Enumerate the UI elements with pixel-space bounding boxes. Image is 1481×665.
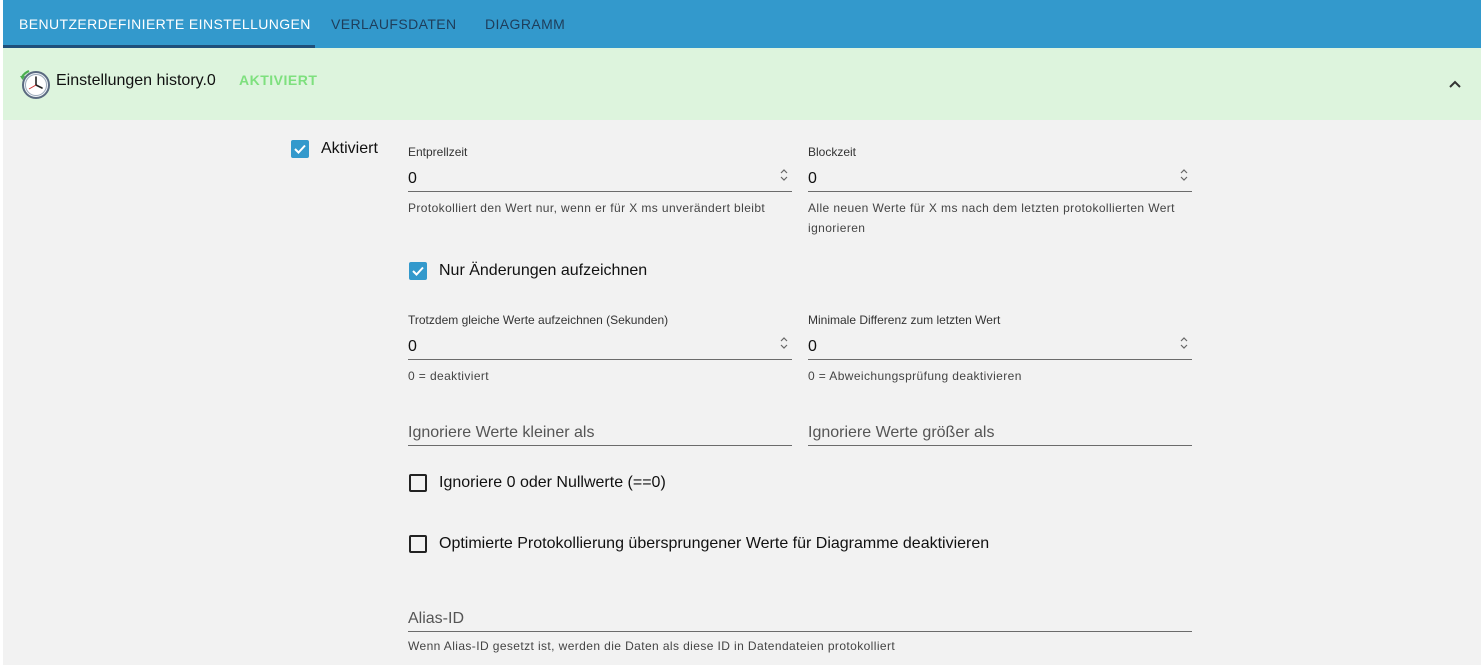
alias-id-field: Wenn Alias-ID gesetzt ist, werden die Da… — [408, 600, 1192, 656]
blocktime-field: Blockzeit Alle neuen Werte für X ms nach… — [808, 144, 1192, 238]
enabled-checkbox[interactable]: Aktiviert — [291, 140, 378, 158]
spinner-arrows-icon[interactable] — [1178, 166, 1190, 184]
disable-skipped-checkbox[interactable]: Optimierte Protokollierung übersprungene… — [409, 535, 989, 553]
ignore-zero-label: Ignoriere 0 oder Nullwerte (==0) — [439, 474, 666, 491]
settings-frame: BENUTZERDEFINIERTE EINSTELLUNGEN VERLAUF… — [3, 0, 1481, 665]
change-interval-field: Trotzdem gleiche Werte aufzeichnen (Seku… — [408, 312, 792, 386]
ignore-below-input[interactable] — [408, 414, 792, 446]
spinner-arrows-icon[interactable] — [778, 334, 790, 352]
status-badge: AKTIVIERT — [239, 72, 318, 88]
tab-bar: BENUTZERDEFINIERTE EINSTELLUNGEN VERLAUF… — [3, 0, 1481, 48]
ignore-zero-checkbox[interactable]: Ignoriere 0 oder Nullwerte (==0) — [409, 474, 666, 492]
history-clock-icon — [20, 69, 50, 99]
checkbox-unchecked-icon[interactable] — [409, 535, 427, 553]
alias-id-help: Wenn Alias-ID gesetzt ist, werden die Da… — [408, 639, 896, 653]
checkbox-unchecked-icon[interactable] — [409, 474, 427, 492]
ignore-below-field — [408, 414, 792, 446]
debounce-field: Entprellzeit Protokolliert den Wert nur,… — [408, 144, 792, 218]
alias-id-input[interactable] — [408, 600, 1192, 632]
ignore-above-input[interactable] — [808, 414, 1192, 446]
change-interval-input[interactable] — [408, 328, 792, 360]
min-diff-field: Minimale Differenz zum letzten Wert 0 = … — [808, 312, 1192, 386]
debounce-help: Protokolliert den Wert nur, wenn er für … — [408, 201, 766, 215]
blocktime-input[interactable] — [808, 160, 1192, 192]
spinner-arrows-icon[interactable] — [778, 166, 790, 184]
changes-only-label: Nur Änderungen aufzeichnen — [439, 262, 648, 279]
ignore-above-field — [808, 414, 1192, 446]
spinner-arrows-icon[interactable] — [1178, 334, 1190, 352]
changes-only-checkbox[interactable]: Nur Änderungen aufzeichnen — [409, 262, 647, 280]
change-interval-help: 0 = deaktiviert — [408, 369, 490, 383]
blocktime-help: Alle neuen Werte für X ms nach dem letzt… — [808, 201, 1175, 235]
tab-history-data[interactable]: VERLAUFSDATEN — [315, 0, 473, 48]
tab-custom-settings[interactable]: BENUTZERDEFINIERTE EINSTELLUNGEN — [3, 0, 327, 48]
debounce-label: Entprellzeit — [408, 145, 468, 159]
min-diff-help: 0 = Abweichungsprüfung deaktivieren — [808, 369, 1022, 383]
blocktime-label: Blockzeit — [808, 145, 857, 159]
change-interval-label: Trotzdem gleiche Werte aufzeichnen (Seku… — [408, 313, 669, 327]
min-diff-input[interactable] — [808, 328, 1192, 360]
tab-chart[interactable]: DIAGRAMM — [469, 0, 581, 48]
panel-title: Einstellungen history.0 — [56, 72, 216, 89]
checkbox-checked-icon[interactable] — [409, 262, 427, 280]
disable-skipped-label: Optimierte Protokollierung übersprungene… — [439, 535, 990, 552]
enabled-label: Aktiviert — [321, 140, 378, 157]
min-diff-label: Minimale Differenz zum letzten Wert — [808, 313, 1001, 327]
chevron-up-icon[interactable] — [1445, 74, 1465, 94]
settings-panel-header[interactable]: Einstellungen history.0 AKTIVIERT — [3, 48, 1481, 120]
checkbox-checked-icon[interactable] — [291, 140, 309, 158]
debounce-input[interactable] — [408, 160, 792, 192]
